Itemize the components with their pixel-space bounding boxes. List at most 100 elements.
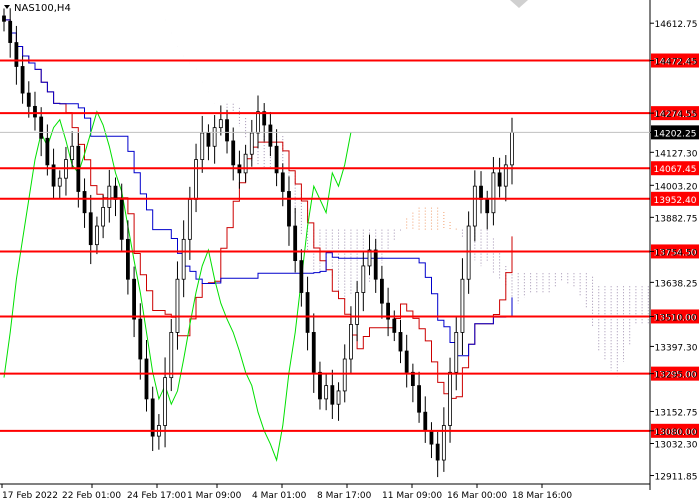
candle-body <box>95 225 99 246</box>
time-tick-label: 4 Mar 01:00 <box>252 491 307 500</box>
candle-body <box>70 145 75 160</box>
time-tick-label: 22 Feb 01:00 <box>62 491 121 500</box>
candle-body <box>231 140 236 166</box>
level-badge-label: 13952.40 <box>654 196 697 206</box>
candle-body <box>479 185 483 200</box>
price-tick-label: 13638.25 <box>655 279 698 289</box>
candle-body <box>206 132 211 147</box>
price-tick-label: 14472.45 <box>655 58 698 68</box>
candle-body <box>187 199 192 240</box>
candle-body <box>169 332 174 379</box>
candle-body <box>268 124 273 147</box>
candle-body <box>45 137 50 166</box>
candle-body <box>392 318 397 333</box>
candle-body <box>57 177 62 187</box>
candle-body <box>342 358 347 392</box>
price-tick-label: 13882.75 <box>655 214 698 224</box>
candle-body <box>88 212 93 246</box>
candle-body <box>305 292 310 333</box>
candle-body <box>318 371 322 400</box>
time-tick-label: 8 Mar 17:00 <box>317 491 372 500</box>
candle-body <box>119 199 124 240</box>
price-tick-label: 12911.85 <box>655 473 698 483</box>
price-tick-label: 13152.75 <box>655 408 698 418</box>
candle-body <box>330 385 335 405</box>
price-tick-label: 13510.00 <box>655 313 698 323</box>
candle-body <box>132 278 136 320</box>
candle-body <box>82 191 87 214</box>
candle-body <box>460 278 465 333</box>
price-tick-label: 13754.50 <box>655 248 698 258</box>
candle-body <box>101 207 106 227</box>
candle-body <box>355 292 360 325</box>
candle-body <box>435 443 440 461</box>
candle-body <box>218 119 223 129</box>
time-tick-label: 11 Mar 09:00 <box>382 491 442 500</box>
price-tick-label: 14127.30 <box>655 149 698 159</box>
candle-body <box>349 324 353 360</box>
candle-body <box>299 260 304 293</box>
price-tick-label: 13032.30 <box>655 440 698 450</box>
candle-body <box>181 238 186 280</box>
candle-body <box>144 358 149 400</box>
level-badge-label: 14067.45 <box>654 165 697 175</box>
time-tick-label: 18 Mar 16:00 <box>512 491 572 500</box>
time-tick-label: 16 Mar 00:00 <box>447 491 507 500</box>
candle-body <box>510 132 514 166</box>
candle-body <box>163 377 167 426</box>
candle-body <box>256 111 260 134</box>
candle-body <box>8 20 13 43</box>
candle-body <box>175 278 180 333</box>
candle-body <box>336 390 341 405</box>
candle-body <box>466 225 471 280</box>
candle-body <box>373 249 378 280</box>
chart-window[interactable]: 14472.45 14274.55 14067.45 13952.40 13754.50… <box>0 0 700 501</box>
candle-body <box>107 185 112 208</box>
candle-body <box>429 430 434 445</box>
candle-body <box>113 185 118 200</box>
candle-body <box>212 127 217 147</box>
candle-body <box>20 66 25 94</box>
time-tick-label: 1 Mar 09:00 <box>187 491 242 500</box>
candle-body <box>293 225 298 262</box>
price-tick-label: 13295.00 <box>655 371 698 381</box>
candle-body <box>485 199 490 214</box>
candle-body <box>497 172 502 187</box>
price-tick-label: 13397.30 <box>655 343 698 353</box>
candle-body <box>194 159 198 200</box>
candle-body <box>280 172 285 192</box>
candle-body <box>243 153 248 174</box>
symbol-timeframe-label: NAS100,H4 <box>14 3 71 14</box>
candle-body <box>249 132 254 155</box>
chart-header: NAS100,H4 <box>4 3 71 14</box>
candle-body <box>423 411 428 432</box>
price-tick-label: 14612.75 <box>655 20 698 30</box>
candle-body <box>26 92 31 107</box>
time-tick-label: 24 Feb 17:00 <box>127 491 186 500</box>
candle-body <box>361 265 366 293</box>
candle-body <box>14 42 19 67</box>
candle-body <box>491 172 496 214</box>
candle-body <box>472 185 477 227</box>
price-tick-label: 14003.20 <box>655 182 698 192</box>
candle-body <box>311 332 316 373</box>
candle-body <box>380 278 384 304</box>
price-tick-label: 13080.00 <box>655 428 698 438</box>
candle-body <box>404 350 409 373</box>
candle-body <box>225 119 229 142</box>
candle-body <box>287 191 291 227</box>
candle-body <box>138 318 143 360</box>
candle-body <box>398 332 403 352</box>
candle-body <box>33 105 37 118</box>
candle-body <box>39 116 44 139</box>
time-tick-label: 17 Feb 2022 <box>2 491 58 500</box>
candle-body <box>2 15 6 22</box>
price-tick-label: 14274.55 <box>655 110 698 120</box>
price-chart[interactable]: 14472.45 14274.55 14067.45 13952.40 13754.50… <box>0 0 700 501</box>
candle-body <box>417 385 421 413</box>
candle-body <box>454 332 459 373</box>
candle-body <box>448 371 452 426</box>
candle-body <box>200 132 205 160</box>
candle-body <box>126 238 130 280</box>
candle-body <box>324 385 329 400</box>
